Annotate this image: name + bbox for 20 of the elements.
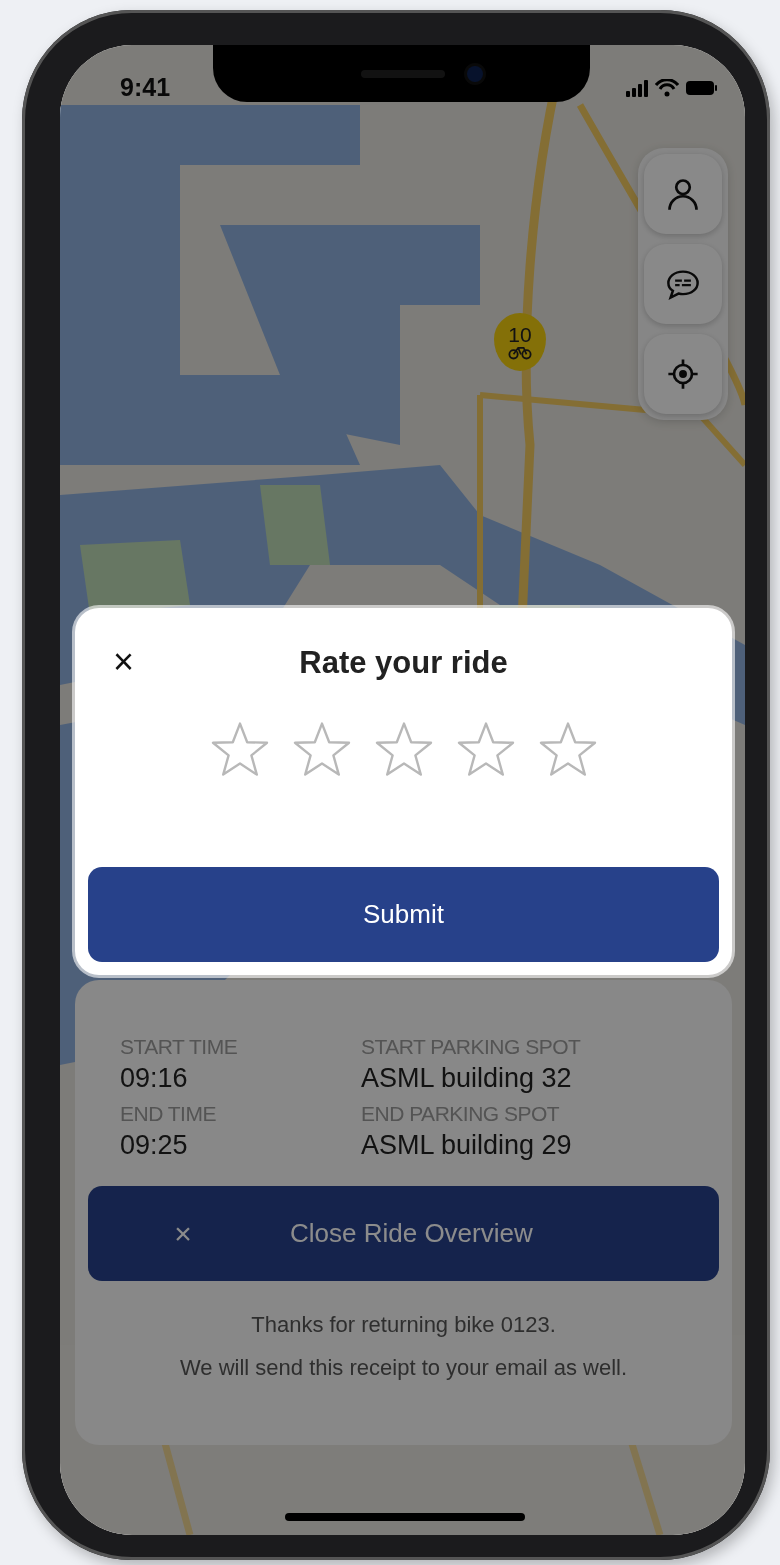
detail-value: ASML building 29 — [361, 1130, 573, 1161]
close-button[interactable]: × — [113, 640, 135, 684]
map-control-button[interactable] — [644, 244, 722, 324]
map-control-button[interactable] — [644, 334, 722, 414]
map-control-button[interactable] — [644, 154, 722, 234]
camera-lens — [466, 65, 483, 82]
bicycle-icon — [508, 345, 532, 360]
wifi-icon — [655, 78, 679, 97]
marker-count: 10 — [508, 324, 532, 345]
receipt-note: Thanks for returning bike 0123. We will send this receipt to your email as well. — [178, 1311, 629, 1382]
detail-value: 09:25 — [120, 1130, 189, 1161]
detail-value: ASML building 32 — [361, 1063, 573, 1094]
signal-icon — [626, 78, 648, 97]
detail-value: 09:16 — [120, 1063, 189, 1094]
close-overview-button[interactable]: × Close Ride Overview — [88, 1186, 719, 1281]
status-time: 9:41 — [120, 73, 171, 102]
person-icon — [665, 176, 701, 212]
dialog-title: Rate your ride — [299, 645, 508, 681]
locate-icon — [665, 356, 701, 392]
submit-button[interactable]: Submit — [88, 867, 719, 962]
